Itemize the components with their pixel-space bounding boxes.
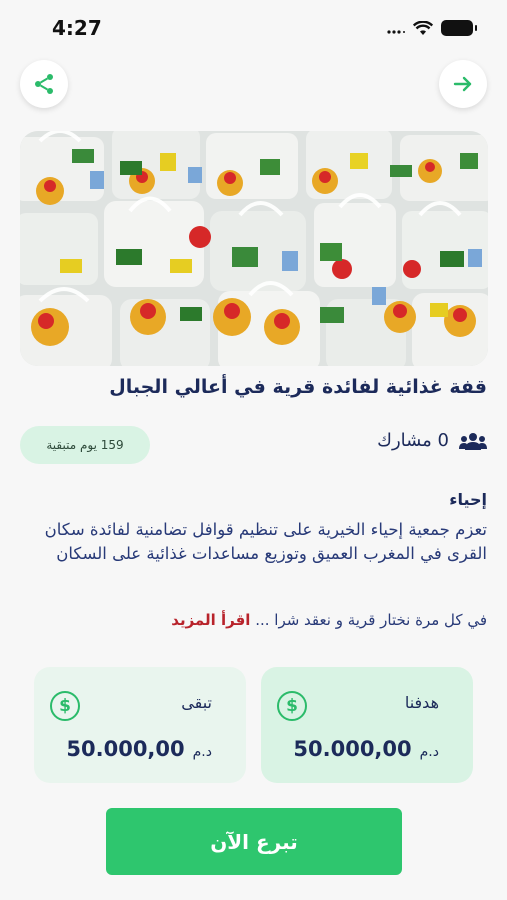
remaining-currency: د.م: [192, 744, 212, 760]
remaining-card: $ تبقى د.م 50.000,00: [34, 667, 246, 783]
goal-value: د.م 50.000,00: [293, 737, 439, 761]
days-remaining-text: 159 يوم متبقية: [46, 438, 124, 452]
goal-card: $ هدفنا د.م 50.000,00: [261, 667, 473, 783]
campaign-teaser: في كل مرة نختار قرية و نعقد شرا ... اقرأ…: [17, 611, 487, 629]
campaign-photo: [20, 131, 488, 366]
dollar-coin-icon: $: [277, 691, 307, 721]
participants-text: 0 مشارك: [377, 430, 449, 451]
battery-icon: [441, 20, 477, 36]
donate-now-button[interactable]: تبرع الآن: [106, 808, 402, 875]
campaign-description: تعزم جمعية إحياء الخيرية على تنظيم قوافل…: [44, 520, 487, 563]
wifi-icon: [413, 20, 433, 35]
remaining-value: د.م 50.000,00: [66, 737, 212, 761]
remaining-label: تبقى: [181, 693, 212, 712]
read-more-link[interactable]: اقرأ المزيد: [171, 611, 250, 629]
arrow-right-icon: [453, 76, 472, 92]
people-icon: [459, 432, 487, 450]
forward-button[interactable]: [439, 60, 487, 108]
organization-name[interactable]: إحياء: [449, 490, 487, 509]
food-bags-image: [20, 131, 488, 366]
share-button[interactable]: [20, 60, 68, 108]
status-time: 4:27: [52, 16, 102, 40]
goal-currency: د.م: [419, 744, 439, 760]
signal-icon: [387, 30, 405, 34]
goal-amount: 50.000,00: [293, 737, 412, 761]
remaining-amount: 50.000,00: [66, 737, 185, 761]
teaser-text: في كل مرة نختار قرية و نعقد شرا ...: [255, 611, 487, 629]
days-remaining-badge: 159 يوم متبقية: [20, 426, 150, 464]
campaign-title: قفة غذائية لفائدة قرية في أعالي الجبال: [109, 376, 487, 398]
dollar-coin-icon: $: [50, 691, 80, 721]
share-icon: [35, 74, 53, 94]
status-bar: 4:27: [0, 0, 507, 56]
goal-label: هدفنا: [404, 693, 439, 712]
participants-count: 0 مشارك: [377, 430, 487, 451]
status-icons: [387, 20, 477, 36]
